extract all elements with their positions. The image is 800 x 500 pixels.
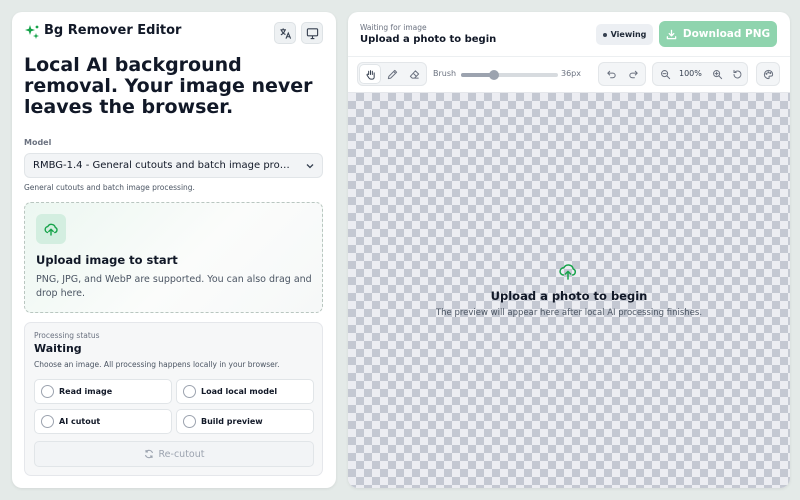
canvas-empty-title: Upload a photo to begin <box>490 289 648 303</box>
step-pending-circle <box>183 415 196 428</box>
recut-label: Re-cutout <box>158 448 205 460</box>
step-ai-cutout: AI cutout <box>34 409 172 434</box>
eraser-tool-button[interactable] <box>404 65 424 83</box>
step-load-model: Load local model <box>176 379 314 404</box>
palette-icon <box>763 69 773 79</box>
model-label: Model <box>24 138 52 147</box>
undo-button[interactable] <box>601 65 621 83</box>
rotate-ccw-icon <box>733 69 741 78</box>
download-label: Download PNG <box>682 28 771 40</box>
status-title: Waiting <box>34 342 82 355</box>
redo-icon <box>628 70 638 78</box>
cloud-upload-icon <box>559 264 577 280</box>
zoom-out-button[interactable] <box>655 65 675 83</box>
download-png-button[interactable]: Download PNG <box>659 21 777 47</box>
editor-subtitle: Waiting for image <box>360 23 427 32</box>
step-label: Load local model <box>201 387 278 396</box>
sidebar-panel: Bg Remover Editor Local AI background re… <box>12 12 336 488</box>
redo-button[interactable] <box>623 65 643 83</box>
upload-dropzone[interactable]: Upload image to start PNG, JPG, and WebP… <box>24 202 323 313</box>
brush-label: Brush <box>433 69 457 78</box>
step-read-image: Read image <box>34 379 172 404</box>
refresh-icon <box>144 449 153 459</box>
zoom-level: 100% <box>679 69 702 78</box>
editor-title: Upload a photo to begin <box>360 34 497 45</box>
brush-size-slider[interactable] <box>461 70 558 80</box>
tool-group <box>357 62 427 86</box>
pencil-icon <box>387 69 397 79</box>
zoom-in-button[interactable] <box>707 65 727 83</box>
slider-thumb[interactable] <box>488 70 499 80</box>
app-title: Bg Remover Editor <box>44 23 182 38</box>
status-dot <box>602 32 607 37</box>
upload-icon-box <box>36 214 66 244</box>
step-pending-circle <box>41 415 54 428</box>
reset-zoom-button[interactable] <box>727 65 747 83</box>
step-pending-circle <box>183 385 196 398</box>
translate-icon <box>279 27 291 39</box>
undo-icon <box>606 70 616 78</box>
model-select-value: RMBG-1.4 - General cutouts and batch ima… <box>33 160 293 171</box>
zoom-group: 100% <box>652 62 748 86</box>
background-color-button[interactable] <box>758 65 778 83</box>
processing-status-card: Processing status Waiting Choose an imag… <box>24 322 323 476</box>
editor-toolbar: Brush 36px 100% <box>348 57 790 93</box>
eraser-icon <box>409 69 419 79</box>
step-pending-circle <box>41 385 54 398</box>
brush-size-value: 36px <box>561 69 581 78</box>
history-group <box>598 62 646 86</box>
preview-canvas[interactable]: Upload a photo to begin The preview will… <box>348 93 790 488</box>
cloud-upload-icon <box>44 223 58 236</box>
editor-header: Waiting for image Upload a photo to begi… <box>348 12 790 57</box>
zoom-in-icon <box>712 69 722 79</box>
mode-badge-label: Viewing <box>610 30 647 39</box>
page-headline: Local AI background removal. Your image … <box>24 54 313 118</box>
mode-badge[interactable]: Viewing <box>596 24 653 45</box>
background-group <box>756 62 780 86</box>
app-header: Bg Remover Editor <box>24 22 324 50</box>
model-select[interactable]: RMBG-1.4 - General cutouts and batch ima… <box>24 153 323 178</box>
model-helper-text: General cutouts and batch image processi… <box>24 183 195 192</box>
step-label: Read image <box>59 387 113 396</box>
status-description: Choose an image. All processing happens … <box>34 360 280 369</box>
display-mode-button[interactable] <box>301 22 323 44</box>
canvas-empty-description: The preview will appear here after local… <box>435 308 703 318</box>
step-build-preview: Build preview <box>176 409 314 434</box>
chevron-down-icon <box>306 164 314 169</box>
zoom-out-icon <box>660 69 670 79</box>
status-label: Processing status <box>34 331 100 340</box>
hand-icon <box>366 69 375 80</box>
sparkle-icon <box>25 25 39 39</box>
upload-description: PNG, JPG, and WebP are supported. You ca… <box>36 274 312 299</box>
step-label: AI cutout <box>59 417 101 426</box>
download-icon <box>666 29 677 39</box>
recut-button[interactable]: Re-cutout <box>34 441 314 467</box>
upload-title: Upload image to start <box>36 253 178 267</box>
step-label: Build preview <box>201 417 263 426</box>
monitor-icon <box>306 27 318 39</box>
brush-tool-button[interactable] <box>382 65 402 83</box>
language-button[interactable] <box>274 22 296 44</box>
hand-tool-button[interactable] <box>360 65 380 83</box>
editor-panel: Waiting for image Upload a photo to begi… <box>348 12 790 488</box>
